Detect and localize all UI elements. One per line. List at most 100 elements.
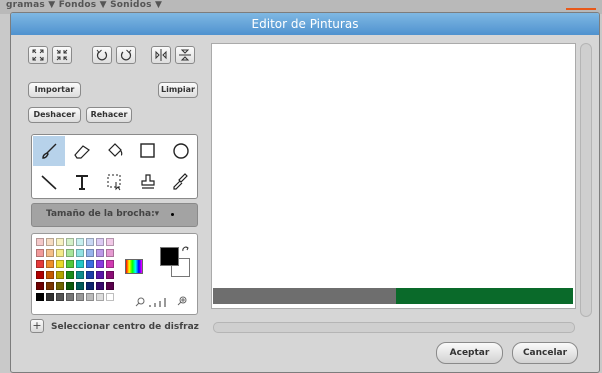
stamp-icon	[141, 174, 155, 189]
eraser-icon	[74, 145, 90, 159]
vertical-scrollbar[interactable]	[580, 43, 592, 317]
stamp-tool[interactable]	[132, 167, 164, 197]
palette-swatch[interactable]	[106, 271, 114, 279]
palette-swatch[interactable]	[76, 249, 84, 257]
palette-swatch[interactable]	[66, 249, 74, 257]
palette-swatch[interactable]	[46, 282, 54, 290]
palette-swatch[interactable]	[76, 238, 84, 246]
fill-icon	[108, 143, 123, 157]
rotate-left-button[interactable]	[92, 46, 112, 64]
primary-color-swatch[interactable]	[160, 247, 179, 266]
flip-vertical-button[interactable]	[175, 46, 195, 64]
horizontal-scrollbar[interactable]	[213, 322, 575, 333]
palette-swatch[interactable]	[106, 249, 114, 257]
palette-swatch[interactable]	[66, 293, 74, 301]
rotate-right-button[interactable]	[116, 46, 136, 64]
palette-swatch[interactable]	[76, 282, 84, 290]
palette-swatch[interactable]	[76, 271, 84, 279]
text-tool[interactable]	[66, 167, 98, 197]
line-icon	[41, 175, 57, 190]
palette-swatch[interactable]	[76, 260, 84, 268]
palette-swatch[interactable]	[36, 238, 44, 246]
select-tool[interactable]	[99, 167, 131, 197]
select-icon	[107, 174, 121, 191]
shrink-button[interactable]	[52, 46, 72, 64]
ellipse-icon	[173, 143, 189, 159]
palette-swatch[interactable]	[86, 249, 94, 257]
brush-size-label: Tamaño de la brocha:▾	[46, 209, 160, 219]
swap-colors-icon[interactable]	[182, 246, 190, 254]
palette-swatch[interactable]	[46, 249, 54, 257]
palette-swatch[interactable]	[36, 249, 44, 257]
zoom-out-icon[interactable]	[135, 297, 145, 307]
palette-swatch[interactable]	[36, 260, 44, 268]
line-tool[interactable]	[33, 167, 65, 197]
paint-canvas[interactable]	[211, 43, 576, 309]
color-spectrum-button[interactable]	[125, 259, 143, 274]
palette-swatch[interactable]	[56, 238, 64, 246]
redo-button[interactable]: Rehacer	[86, 107, 132, 123]
grow-icon	[32, 49, 44, 61]
grow-button[interactable]	[28, 46, 48, 64]
palette-swatch[interactable]	[96, 271, 104, 279]
color-palette	[31, 233, 198, 315]
palette-swatch[interactable]	[76, 293, 84, 301]
palette-swatch[interactable]	[66, 260, 74, 268]
palette-swatch[interactable]	[56, 260, 64, 268]
brush-icon	[42, 143, 57, 159]
palette-swatch[interactable]	[46, 238, 54, 246]
canvas-gray-strip	[213, 288, 396, 304]
palette-swatch[interactable]	[56, 293, 64, 301]
palette-swatch[interactable]	[46, 271, 54, 279]
dialog-title: Editor de Pinturas	[11, 13, 599, 35]
palette-swatch[interactable]	[56, 271, 64, 279]
palette-swatch[interactable]	[46, 260, 54, 268]
eraser-tool[interactable]	[66, 136, 98, 166]
palette-swatch[interactable]	[46, 293, 54, 301]
brush-size-preview-dot	[171, 213, 174, 216]
text-icon	[76, 175, 88, 190]
palette-swatch[interactable]	[86, 271, 94, 279]
palette-swatch[interactable]	[36, 271, 44, 279]
palette-swatch[interactable]	[36, 282, 44, 290]
eyedropper-tool[interactable]	[165, 167, 197, 197]
palette-swatch[interactable]	[86, 293, 94, 301]
palette-swatch[interactable]	[66, 238, 74, 246]
palette-swatch[interactable]	[66, 282, 74, 290]
clear-button[interactable]: Limpiar	[158, 82, 198, 98]
rotate-left-icon	[96, 49, 108, 61]
palette-swatch[interactable]	[106, 238, 114, 246]
flip-horizontal-button[interactable]	[151, 46, 171, 64]
palette-swatch[interactable]	[96, 282, 104, 290]
palette-swatch[interactable]	[96, 260, 104, 268]
palette-swatch[interactable]	[106, 293, 114, 301]
palette-swatch[interactable]	[86, 260, 94, 268]
palette-swatch[interactable]	[106, 282, 114, 290]
palette-swatch[interactable]	[56, 249, 64, 257]
undo-button[interactable]: Deshacer	[28, 107, 81, 123]
ellipse-tool[interactable]	[165, 136, 197, 166]
palette-swatch[interactable]	[36, 293, 44, 301]
palette-swatch[interactable]	[56, 282, 64, 290]
palette-swatch[interactable]	[106, 260, 114, 268]
palette-swatch[interactable]	[86, 238, 94, 246]
brush-size-panel[interactable]: Tamaño de la brocha:▾	[31, 203, 198, 227]
palette-swatch[interactable]	[96, 293, 104, 301]
palette-swatch[interactable]	[96, 238, 104, 246]
palette-swatch[interactable]	[66, 271, 74, 279]
tool-panel	[31, 134, 198, 199]
rectangle-tool[interactable]	[132, 136, 164, 166]
accept-button[interactable]: Aceptar	[436, 342, 503, 364]
brush-tool[interactable]	[33, 136, 65, 166]
import-button[interactable]: Importar	[28, 82, 81, 98]
set-center-label: Seleccionar centro de disfraz	[51, 322, 199, 332]
zoom-in-icon[interactable]	[177, 296, 187, 306]
palette-swatch[interactable]	[86, 282, 94, 290]
cancel-button[interactable]: Cancelar	[512, 342, 578, 364]
paint-editor-dialog: Editor de Pinturas Importar Limpiar Desh…	[10, 12, 600, 373]
rotate-right-icon	[120, 49, 132, 61]
shrink-icon	[56, 49, 68, 61]
fill-tool[interactable]	[99, 136, 131, 166]
set-center-button[interactable]: +	[30, 319, 44, 333]
palette-swatch[interactable]	[96, 249, 104, 257]
